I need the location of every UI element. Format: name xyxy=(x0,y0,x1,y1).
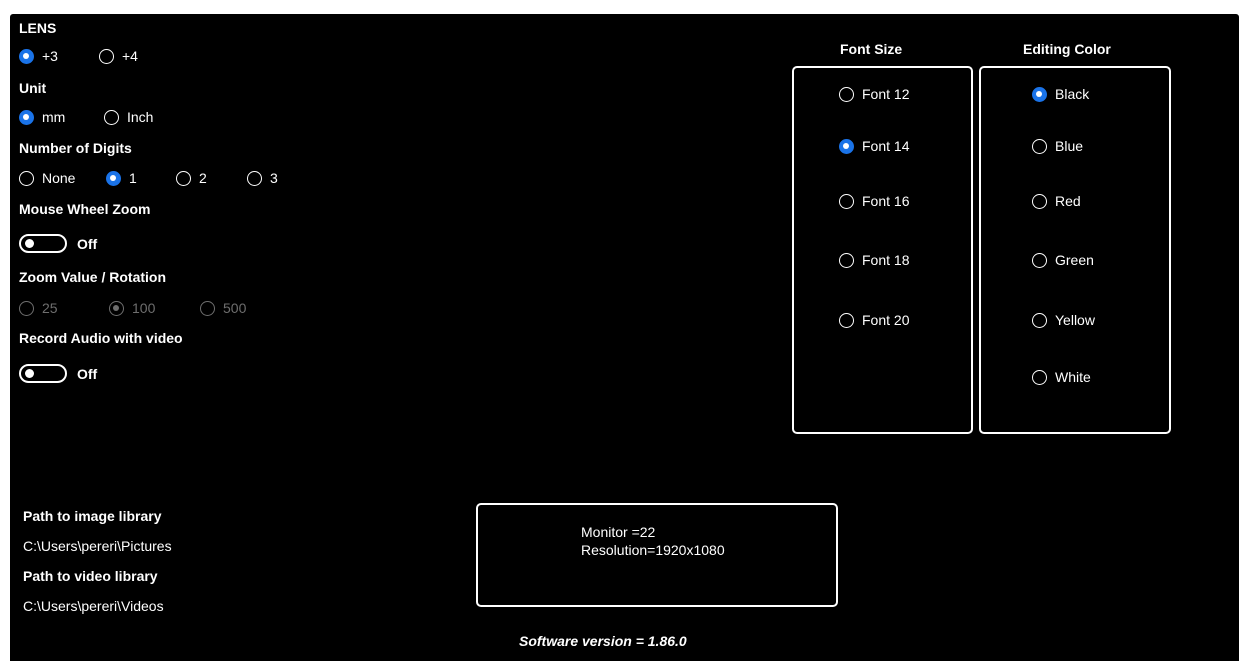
zoom-value-label: Zoom Value / Rotation xyxy=(19,269,167,285)
radio-unselected-icon xyxy=(104,109,119,125)
radio-unselected-icon xyxy=(19,170,34,186)
toggle-switch-icon xyxy=(19,234,67,253)
font-size-box xyxy=(792,66,973,434)
color-radio-black[interactable]: Black xyxy=(1032,86,1089,102)
radio-unselected-icon xyxy=(839,193,854,209)
radio-label: Red xyxy=(1055,193,1081,209)
color-radio-red[interactable]: Red xyxy=(1032,193,1081,209)
color-radio-blue[interactable]: Blue xyxy=(1032,138,1083,154)
radio-label: 2 xyxy=(199,170,207,186)
lens-radio-plus3[interactable]: +3 xyxy=(19,48,58,64)
color-radio-white[interactable]: White xyxy=(1032,369,1091,385)
lens-label: LENS xyxy=(19,20,57,36)
radio-label: 3 xyxy=(270,170,278,186)
radio-selected-icon xyxy=(19,109,34,125)
font-size-radio-12[interactable]: Font 12 xyxy=(839,86,909,102)
digits-label: Number of Digits xyxy=(19,140,132,156)
font-size-radio-14[interactable]: Font 14 xyxy=(839,138,909,154)
radio-label: +4 xyxy=(122,48,138,64)
radio-label: Font 16 xyxy=(862,193,910,209)
zoom-radio-100: 100 xyxy=(109,300,155,316)
radio-label: Font 20 xyxy=(862,312,910,328)
radio-unselected-icon xyxy=(1032,138,1047,154)
digits-radio-3[interactable]: 3 xyxy=(247,170,278,186)
radio-unselected-icon xyxy=(1032,252,1047,268)
unit-radio-inch[interactable]: Inch xyxy=(104,109,153,125)
color-radio-yellow[interactable]: Yellow xyxy=(1032,312,1095,328)
radio-unselected-icon xyxy=(200,300,215,316)
font-size-radio-16[interactable]: Font 16 xyxy=(839,193,909,209)
zoom-radio-500: 500 xyxy=(200,300,246,316)
lens-radio-plus4[interactable]: +4 xyxy=(99,48,138,64)
mouse-wheel-zoom-label: Mouse Wheel Zoom xyxy=(19,201,151,217)
radio-unselected-icon xyxy=(176,170,191,186)
radio-unselected-icon xyxy=(99,48,114,64)
radio-selected-icon xyxy=(106,170,121,186)
radio-label: Blue xyxy=(1055,138,1084,154)
video-library-label: Path to video library xyxy=(23,568,158,584)
editing-color-label: Editing Color xyxy=(1023,41,1111,57)
radio-label: Green xyxy=(1055,252,1094,268)
image-library-label: Path to image library xyxy=(23,508,162,524)
record-audio-label: Record Audio with video xyxy=(19,330,183,346)
radio-label: 25 xyxy=(42,300,58,316)
radio-unselected-icon xyxy=(1032,369,1047,385)
digits-radio-none[interactable]: None xyxy=(19,170,75,186)
toggle-switch-icon xyxy=(19,364,67,383)
software-version: Software version = 1.86.0 xyxy=(519,633,687,649)
radio-label: Font 18 xyxy=(862,252,910,268)
record-audio-toggle[interactable]: Off xyxy=(19,364,97,383)
radio-unselected-icon xyxy=(19,300,34,316)
radio-unselected-icon xyxy=(839,252,854,268)
radio-label: +3 xyxy=(42,48,58,64)
settings-panel: LENS +3 +4 Unit mm Inch Number of Digits… xyxy=(8,12,1241,661)
radio-selected-icon xyxy=(109,300,124,316)
unit-radio-mm[interactable]: mm xyxy=(19,109,65,125)
radio-unselected-icon xyxy=(839,86,854,102)
radio-label: Font 12 xyxy=(862,86,910,102)
radio-unselected-icon xyxy=(1032,312,1047,328)
radio-label: Inch xyxy=(127,109,154,125)
font-size-radio-18[interactable]: Font 18 xyxy=(839,252,909,268)
resolution-text: Resolution=1920x1080 xyxy=(581,542,725,558)
toggle-state: Off xyxy=(77,235,98,252)
radio-label: None xyxy=(42,170,76,186)
font-size-label: Font Size xyxy=(840,41,903,57)
zoom-radio-25: 25 xyxy=(19,300,58,316)
color-radio-green[interactable]: Green xyxy=(1032,252,1094,268)
video-library-path: C:\Users\pereri\Videos xyxy=(23,598,164,614)
monitor-size-text: Monitor =22 xyxy=(581,524,656,540)
radio-selected-icon xyxy=(1032,86,1047,102)
radio-label: 500 xyxy=(223,300,247,316)
radio-label: mm xyxy=(42,109,66,125)
radio-label: Black xyxy=(1055,86,1090,102)
radio-label: 1 xyxy=(129,170,137,186)
mouse-wheel-zoom-toggle[interactable]: Off xyxy=(19,234,97,253)
radio-unselected-icon xyxy=(839,312,854,328)
unit-label: Unit xyxy=(19,80,47,96)
radio-label: White xyxy=(1055,369,1091,385)
digits-radio-1[interactable]: 1 xyxy=(106,170,137,186)
radio-label: Font 14 xyxy=(862,138,910,154)
radio-label: 100 xyxy=(132,300,156,316)
toggle-state: Off xyxy=(77,365,98,382)
image-library-path: C:\Users\pereri\Pictures xyxy=(23,538,172,554)
radio-unselected-icon xyxy=(247,170,262,186)
radio-unselected-icon xyxy=(1032,193,1047,209)
font-size-radio-20[interactable]: Font 20 xyxy=(839,312,909,328)
radio-selected-icon xyxy=(839,138,854,154)
radio-label: Yellow xyxy=(1055,312,1095,328)
digits-radio-2[interactable]: 2 xyxy=(176,170,207,186)
radio-selected-icon xyxy=(19,48,34,64)
